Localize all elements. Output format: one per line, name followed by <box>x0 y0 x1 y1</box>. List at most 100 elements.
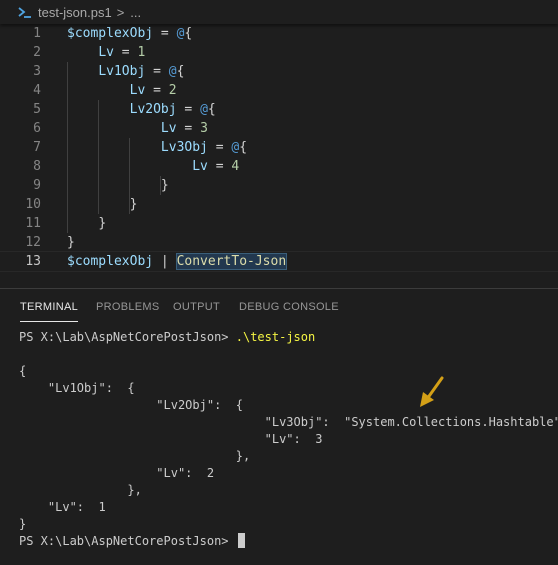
line-number: 11 <box>25 216 41 231</box>
output-line: }, <box>19 483 142 497</box>
code-text: Lv1Obj = @{ <box>67 62 184 81</box>
line-number: 3 <box>33 64 41 79</box>
line-number: 4 <box>33 83 41 98</box>
code-line[interactable]: 9 } <box>0 176 558 195</box>
breadcrumb-trail[interactable]: ... <box>130 5 141 20</box>
code-token: @ <box>168 64 177 79</box>
code-text: } <box>67 195 138 214</box>
line-number: 12 <box>25 235 41 250</box>
bottom-panel: TERMINAL PROBLEMS OUTPUT DEBUG CONSOLE P… <box>0 288 558 565</box>
code-token: Lv <box>192 159 208 174</box>
code-line[interactable]: 5 Lv2Obj = @{ <box>0 100 558 119</box>
code-line[interactable]: 8 Lv = 4 <box>0 157 558 176</box>
output-line: "Lv1Obj": { <box>19 381 135 395</box>
code-token: = <box>153 26 177 41</box>
breadcrumb: test-json.ps1 > ... <box>0 0 558 24</box>
code-line[interactable]: 3 Lv1Obj = @{ <box>0 62 558 81</box>
code-line[interactable]: 6 Lv = 3 <box>0 119 558 138</box>
code-text: $complexObj | ConvertTo-Json <box>67 252 288 271</box>
code-line[interactable]: 1 $complexObj = @{ <box>0 24 558 43</box>
code-token: } <box>160 178 169 193</box>
code-text: Lv = 3 <box>67 119 208 138</box>
code-token: Lv2Obj <box>129 102 177 117</box>
line-number: 1 <box>33 26 41 41</box>
code-token: { <box>207 102 216 117</box>
tab-terminal[interactable]: TERMINAL <box>20 301 79 322</box>
line-number: 8 <box>33 159 41 174</box>
terminal-final-line: PS X:\Lab\AspNetCorePostJson> <box>19 533 245 550</box>
code-token: } <box>129 197 138 212</box>
code-token: @ <box>200 102 208 117</box>
code-token: = <box>207 159 232 174</box>
output-line: "Lv": 2 <box>19 466 215 480</box>
code-token: Lv <box>98 45 114 60</box>
tab-problems[interactable]: PROBLEMS <box>96 301 160 313</box>
code-text: } <box>67 176 169 195</box>
code-token: = <box>113 45 138 60</box>
code-line[interactable]: 12} <box>0 233 558 252</box>
code-token: $complexObj <box>67 26 154 41</box>
code-text: Lv2Obj = @{ <box>67 100 216 119</box>
code-token: | <box>153 254 177 269</box>
code-line[interactable]: 11 } <box>0 214 558 233</box>
line-number: 5 <box>33 102 41 117</box>
code-token: = <box>176 121 201 136</box>
vscode-window: test-json.ps1 > ... 1 $complexObj = @{2 L… <box>0 0 558 565</box>
code-line[interactable]: 7 Lv3Obj = @{ <box>0 138 558 157</box>
code-token: = <box>145 83 169 98</box>
line-number: 13 <box>25 254 41 269</box>
code-token: Lv1Obj <box>98 64 146 79</box>
line-number: 9 <box>33 178 41 193</box>
breadcrumb-file[interactable]: test-json.ps1 <box>38 5 112 20</box>
arrow-down-left-icon <box>420 376 444 407</box>
code-token: { <box>176 64 185 79</box>
tab-output[interactable]: OUTPUT <box>173 301 220 313</box>
output-line: "Lv3Obj": "System.Collections.Hashtable"… <box>19 415 558 429</box>
output-line: } <box>19 517 27 531</box>
code-token: 1 <box>137 45 146 60</box>
code-token: Lv <box>129 83 146 98</box>
code-line[interactable]: 13 $complexObj | ConvertTo-Json <box>0 251 558 272</box>
line-number: 6 <box>33 121 41 136</box>
panel-tabs: TERMINAL PROBLEMS OUTPUT DEBUG CONSOLE <box>0 289 558 325</box>
code-editor[interactable]: 1 $complexObj = @{2 Lv = 13 Lv1Obj = @{4 … <box>0 24 558 272</box>
code-token: Lv <box>160 121 177 136</box>
code-line[interactable]: 2 Lv = 1 <box>0 43 558 62</box>
code-token: } <box>98 216 107 231</box>
terminal-prompt: PS X:\Lab\AspNetCorePostJson> <box>19 330 229 344</box>
code-token: { <box>184 26 193 41</box>
code-text: Lv3Obj = @{ <box>67 138 247 157</box>
line-number: 2 <box>33 45 41 60</box>
code-token: $complexObj <box>67 254 154 269</box>
code-text: $complexObj = @{ <box>67 24 192 43</box>
code-token: = <box>207 140 232 155</box>
line-number: 7 <box>33 140 41 155</box>
code-token: { <box>239 140 248 155</box>
code-line[interactable]: 10 } <box>0 195 558 214</box>
code-token: 3 <box>200 121 208 136</box>
terminal-command-line: PS X:\Lab\AspNetCorePostJson> .\test-jso… <box>19 329 315 346</box>
output-line: "Lv": 3 <box>19 432 323 446</box>
code-text: Lv = 1 <box>67 43 145 62</box>
terminal-command: .\test-json <box>235 330 316 344</box>
code-token: 4 <box>231 159 240 174</box>
code-line[interactable]: 4 Lv = 2 <box>0 81 558 100</box>
code-token: = <box>176 102 201 117</box>
terminal-cursor <box>237 533 245 548</box>
tab-debug-console[interactable]: DEBUG CONSOLE <box>239 301 339 313</box>
output-line: "Lv2Obj": { <box>19 398 243 412</box>
line-number: 10 <box>25 197 41 212</box>
powershell-icon <box>18 5 32 19</box>
output-line: "Lv": 1 <box>19 500 106 514</box>
code-token: 2 <box>168 83 177 98</box>
